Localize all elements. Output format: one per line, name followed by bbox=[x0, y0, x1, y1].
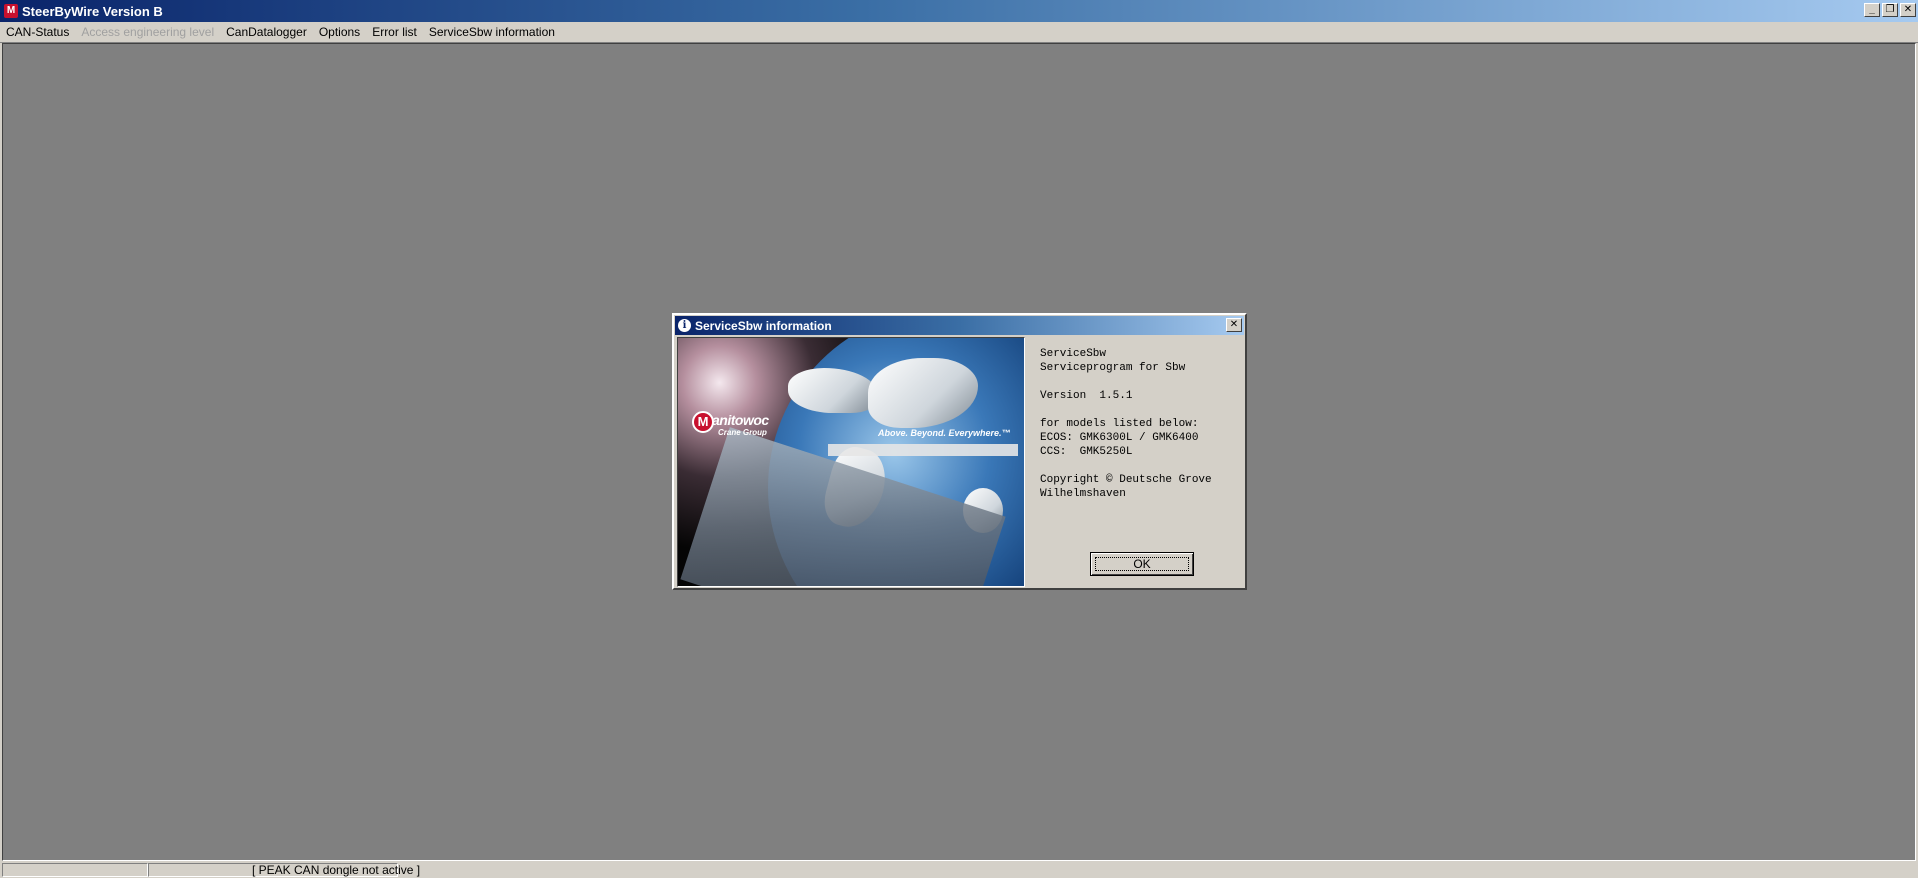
menu-can-datalogger[interactable]: CanDatalogger bbox=[220, 22, 313, 42]
brand-logos-band bbox=[828, 444, 1018, 456]
menu-servicesbw-information[interactable]: ServiceSbw information bbox=[423, 22, 561, 42]
window-controls: _ ❐ ✕ bbox=[1864, 3, 1916, 17]
ok-label: OK bbox=[1133, 557, 1151, 571]
slogan: Above. Beyond. Everywhere.™ bbox=[878, 428, 1011, 438]
logo-name: anitowoc bbox=[712, 412, 769, 428]
status-pane-1 bbox=[2, 863, 148, 877]
status-bar: [ PEAK CAN dongle not active ] bbox=[0, 861, 1918, 878]
manitowoc-logo-icon: M bbox=[692, 411, 714, 433]
app-window: M SteerByWire Version B _ ❐ ✕ CAN-Status… bbox=[0, 0, 1918, 878]
app-logo-icon[interactable]: M bbox=[4, 4, 18, 18]
logo-subtitle: Crane Group bbox=[718, 428, 767, 437]
info-icon: i bbox=[678, 319, 691, 332]
window-title: SteerByWire Version B bbox=[22, 3, 163, 19]
menu-bar: CAN-Status Access engineering level CanD… bbox=[0, 22, 1918, 43]
splash-image: M anitowoc Crane Group Above. Beyond. Ev… bbox=[677, 337, 1025, 587]
ok-button[interactable]: OK bbox=[1090, 552, 1194, 576]
dialog-close-button[interactable]: ✕ bbox=[1226, 318, 1242, 332]
menu-error-list[interactable]: Error list bbox=[366, 22, 423, 42]
title-bar: M SteerByWire Version B _ ❐ ✕ bbox=[0, 0, 1918, 22]
status-message: [ PEAK CAN dongle not active ] bbox=[252, 863, 421, 877]
menu-access-engineering-level: Access engineering level bbox=[81, 25, 215, 39]
menu-options[interactable]: Options bbox=[313, 22, 366, 42]
dialog-info-text: ServiceSbw Serviceprogram for Sbw Versio… bbox=[1040, 348, 1212, 500]
info-dialog: i ServiceSbw information ✕ M anitowoc Cr… bbox=[672, 313, 1247, 590]
dialog-title: ServiceSbw information bbox=[695, 318, 832, 333]
close-button[interactable]: ✕ bbox=[1900, 3, 1916, 17]
minimize-button[interactable]: _ bbox=[1864, 3, 1880, 17]
restore-button[interactable]: ❐ bbox=[1882, 3, 1898, 17]
dialog-title-bar[interactable]: i ServiceSbw information ✕ bbox=[675, 316, 1244, 335]
menu-can-status[interactable]: CAN-Status bbox=[0, 22, 75, 42]
